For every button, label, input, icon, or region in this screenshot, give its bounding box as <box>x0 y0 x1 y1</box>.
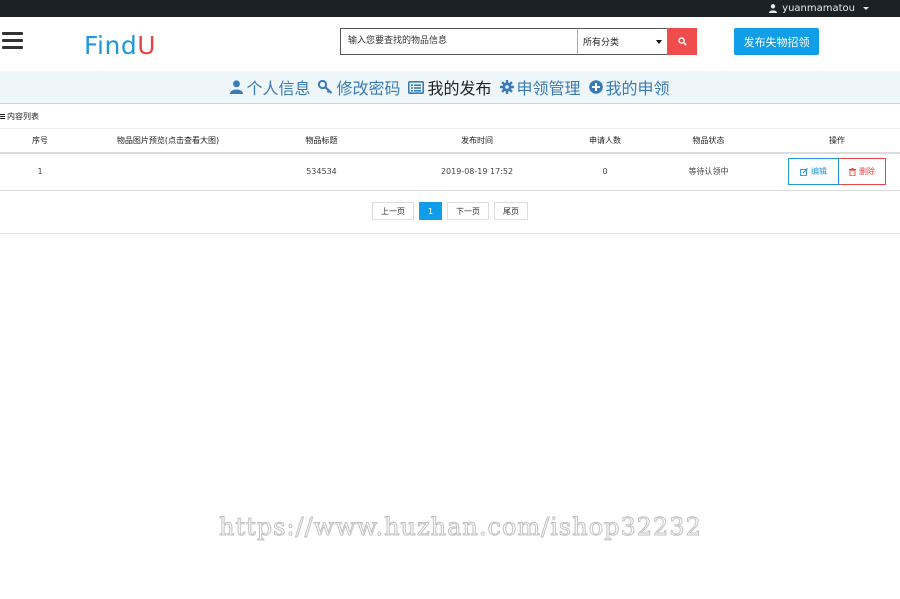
user-icon <box>769 4 778 13</box>
delete-button[interactable]: 删除 <box>839 158 886 186</box>
content-list-heading: 内容列表 <box>0 111 39 122</box>
plus-circle-icon <box>588 80 603 94</box>
top-bar: yuanmamatou <box>0 0 900 17</box>
key-icon <box>318 80 333 94</box>
gear-icon <box>499 80 514 94</box>
list-card-icon <box>408 80 425 94</box>
logo[interactable]: FindU <box>84 31 156 61</box>
cell-index: 1 <box>0 152 80 191</box>
edit-button[interactable]: 编辑 <box>788 158 839 186</box>
cell-status: 等待认领中 <box>643 152 774 191</box>
column-header-index: 序号 <box>0 128 80 154</box>
column-header-time: 发布时间 <box>387 128 567 154</box>
cell-title: 534534 <box>256 152 387 191</box>
nav-item-my-posts[interactable]: 我的发布 <box>408 75 492 99</box>
header: FindU 输入您要查找的物品信息 所有分类 发布失物招领 <box>0 17 900 71</box>
divider <box>0 233 900 234</box>
cell-actions: 编辑 删除 <box>774 152 900 191</box>
cell-time: 2019-08-19 17:52 <box>387 152 567 191</box>
nav-item-claim-management[interactable]: 申领管理 <box>499 75 581 99</box>
search-button[interactable] <box>667 28 697 55</box>
cell-image-preview[interactable] <box>80 152 256 191</box>
column-header-image: 物品图片预览(点击查看大图) <box>80 128 256 154</box>
edit-icon <box>800 167 808 176</box>
nav-item-profile[interactable]: 个人信息 <box>230 75 310 99</box>
last-page-button[interactable]: 尾页 <box>494 202 529 220</box>
column-header-actions: 操作 <box>774 128 900 154</box>
table-header-row: 序号 物品图片预览(点击查看大图) 物品标题 发布时间 申请人数 物品状态 操作 <box>0 128 900 154</box>
search-icon <box>677 37 687 46</box>
posts-table: 序号 物品图片预览(点击查看大图) 物品标题 发布时间 申请人数 物品状态 操作… <box>0 128 900 191</box>
hamburger-menu-icon[interactable] <box>2 32 23 49</box>
list-icon <box>0 114 5 119</box>
nav-item-change-password[interactable]: 修改密码 <box>318 75 400 99</box>
cell-applicants: 0 <box>567 152 643 191</box>
user-nav: 个人信息 修改密码 我的发布 申领管理 我的申领 <box>0 71 900 104</box>
next-page-button[interactable]: 下一页 <box>447 202 490 220</box>
prev-page-button[interactable]: 上一页 <box>371 202 414 220</box>
search-input[interactable]: 输入您要查找的物品信息 <box>340 28 578 55</box>
column-header-title: 物品标题 <box>256 128 387 154</box>
page-number-current[interactable]: 1 <box>418 202 443 220</box>
pagination: 上一页 1 下一页 尾页 <box>0 202 900 220</box>
column-header-applicants: 申请人数 <box>567 128 643 154</box>
table-row: 1 534534 2019-08-19 17:52 0 等待认领中 编辑 删除 <box>0 152 900 191</box>
category-selected-value: 所有分类 <box>583 38 620 48</box>
user-menu[interactable]: yuanmamatou <box>769 0 869 17</box>
watermark: https://www.huzhan.com/ishop32232 <box>219 513 702 542</box>
caret-down-icon <box>863 7 869 10</box>
trash-icon <box>849 167 856 176</box>
column-header-status: 物品状态 <box>643 128 774 154</box>
username: yuanmamatou <box>782 3 855 14</box>
publish-lost-found-button[interactable]: 发布失物招领 <box>734 28 819 55</box>
category-select[interactable]: 所有分类 <box>577 28 668 55</box>
nav-item-my-claims[interactable]: 我的申领 <box>588 75 670 99</box>
user-icon <box>230 80 244 94</box>
dropdown-arrow-icon <box>656 39 662 44</box>
